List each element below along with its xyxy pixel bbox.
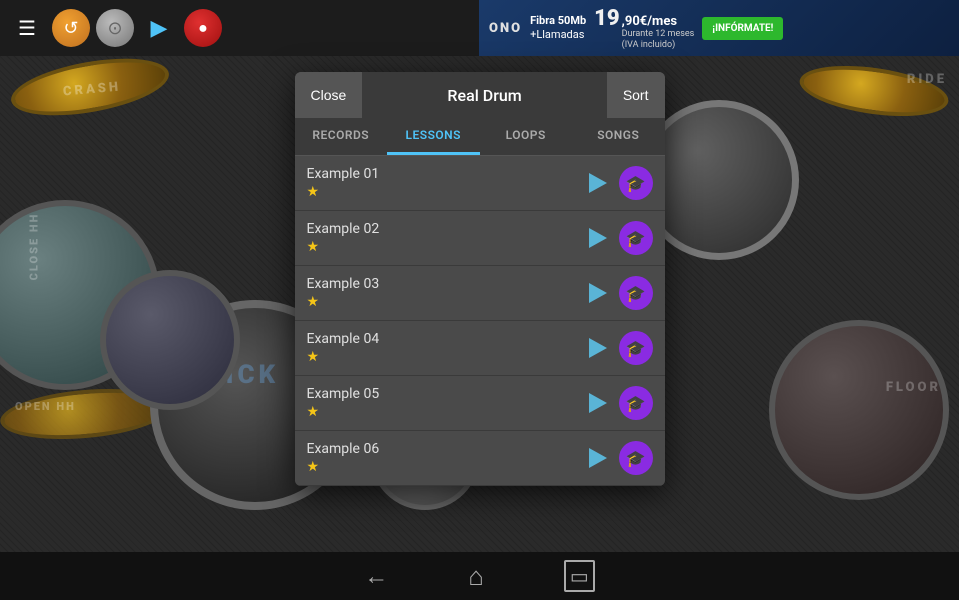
play-triangle-icon <box>589 173 607 193</box>
tab-lessons[interactable]: LESSONS <box>387 118 480 155</box>
lesson-name: Example 01 <box>307 166 583 182</box>
ad-line2: +Llamadas <box>530 28 586 42</box>
ad-price-block: 19 ,90€/mes Durante 12 meses (IVA inclui… <box>594 6 694 51</box>
top-toolbar: ☰ ↺ ⊙ ▶ ● ONO Fibra 50Mb +Llamadas 19 ,9… <box>0 0 959 56</box>
lesson-name: Example 03 <box>307 276 583 292</box>
refresh-button[interactable]: ↺ <box>52 9 90 47</box>
lesson-star: ★ <box>307 349 583 365</box>
lesson-star: ★ <box>307 239 583 255</box>
lesson-star: ★ <box>307 404 583 420</box>
bottom-nav: ← ⌂ ▭ <box>0 552 959 600</box>
lesson-open-button[interactable]: 🎓 <box>619 276 653 310</box>
modal-title: Real Drum <box>362 86 607 105</box>
lesson-name: Example 06 <box>307 441 583 457</box>
ad-price-sub2: (IVA incluido) <box>622 40 695 51</box>
lesson-open-button[interactable]: 🎓 <box>619 331 653 365</box>
lesson-item[interactable]: Example 01 ★ 🎓 <box>295 156 665 211</box>
modal-sort-button[interactable]: Sort <box>607 72 665 118</box>
lesson-open-button[interactable]: 🎓 <box>619 166 653 200</box>
ad-price-decimal: ,90€/mes <box>622 14 695 29</box>
ad-price-main: 19 <box>594 6 620 31</box>
ad-line1: Fibra 50Mb <box>530 14 586 28</box>
lesson-name: Example 05 <box>307 386 583 402</box>
ad-logo: ONO <box>489 21 522 36</box>
lesson-item[interactable]: Example 05 ★ 🎓 <box>295 376 665 431</box>
lesson-open-button[interactable]: 🎓 <box>619 386 653 420</box>
lesson-item[interactable]: Example 03 ★ 🎓 <box>295 266 665 321</box>
play-button[interactable]: ▶ <box>140 9 178 47</box>
lesson-actions: 🎓 <box>583 166 653 200</box>
play-triangle-icon <box>589 338 607 358</box>
lesson-item[interactable]: Example 06 ★ 🎓 <box>295 431 665 486</box>
lesson-item[interactable]: Example 04 ★ 🎓 <box>295 321 665 376</box>
play-triangle-icon <box>589 393 607 413</box>
lesson-open-button[interactable]: 🎓 <box>619 441 653 475</box>
ad-price-sub1: Durante 12 meses <box>622 29 695 40</box>
modal-tabs: RECORDS LESSONS LOOPS SONGS <box>295 118 665 156</box>
ad-banner[interactable]: ONO Fibra 50Mb +Llamadas 19 ,90€/mes Dur… <box>479 0 959 56</box>
lesson-star: ★ <box>307 184 583 200</box>
lesson-actions: 🎓 <box>583 221 653 255</box>
lesson-play-button[interactable] <box>583 278 613 308</box>
real-drum-modal: Close Real Drum Sort RECORDS LESSONS LOO… <box>295 72 665 486</box>
lesson-list: Example 01★🎓Example 02★🎓Example 03★🎓Exam… <box>295 156 665 486</box>
play-triangle-icon <box>589 228 607 248</box>
lesson-play-button[interactable] <box>583 168 613 198</box>
record-button[interactable]: ⊙ <box>96 9 134 47</box>
stop-button[interactable]: ● <box>184 9 222 47</box>
tab-loops[interactable]: LOOPS <box>480 118 573 155</box>
modal-overlay: Close Real Drum Sort RECORDS LESSONS LOO… <box>0 56 959 552</box>
back-button[interactable]: ← <box>364 562 388 591</box>
lesson-open-button[interactable]: 🎓 <box>619 221 653 255</box>
lesson-play-button[interactable] <box>583 223 613 253</box>
lesson-play-button[interactable] <box>583 388 613 418</box>
lesson-star: ★ <box>307 459 583 475</box>
modal-close-button[interactable]: Close <box>295 72 363 118</box>
play-triangle-icon <box>589 448 607 468</box>
ad-cta-button[interactable]: ¡INFÓRMATE! <box>702 17 783 40</box>
lesson-actions: 🎓 <box>583 276 653 310</box>
lesson-play-button[interactable] <box>583 333 613 363</box>
lesson-name: Example 04 <box>307 331 583 347</box>
play-triangle-icon <box>589 283 607 303</box>
recents-button[interactable]: ▭ <box>564 560 595 592</box>
lesson-item[interactable]: Example 02 ★ 🎓 <box>295 211 665 266</box>
tab-records[interactable]: RECORDS <box>295 118 388 155</box>
tab-songs[interactable]: SONGS <box>572 118 665 155</box>
lesson-star: ★ <box>307 294 583 310</box>
lesson-actions: 🎓 <box>583 441 653 475</box>
lesson-name: Example 02 <box>307 221 583 237</box>
home-button[interactable]: ⌂ <box>468 561 484 592</box>
modal-header: Close Real Drum Sort <box>295 72 665 118</box>
refresh-icon: ↺ <box>63 18 78 39</box>
ad-text-block: Fibra 50Mb +Llamadas <box>530 14 586 43</box>
stop-icon: ● <box>198 18 208 38</box>
menu-button[interactable]: ☰ <box>8 9 46 47</box>
record-icon: ⊙ <box>107 18 122 39</box>
lesson-actions: 🎓 <box>583 386 653 420</box>
lesson-actions: 🎓 <box>583 331 653 365</box>
lesson-play-button[interactable] <box>583 443 613 473</box>
play-icon: ▶ <box>151 16 168 41</box>
menu-icon: ☰ <box>18 16 36 40</box>
